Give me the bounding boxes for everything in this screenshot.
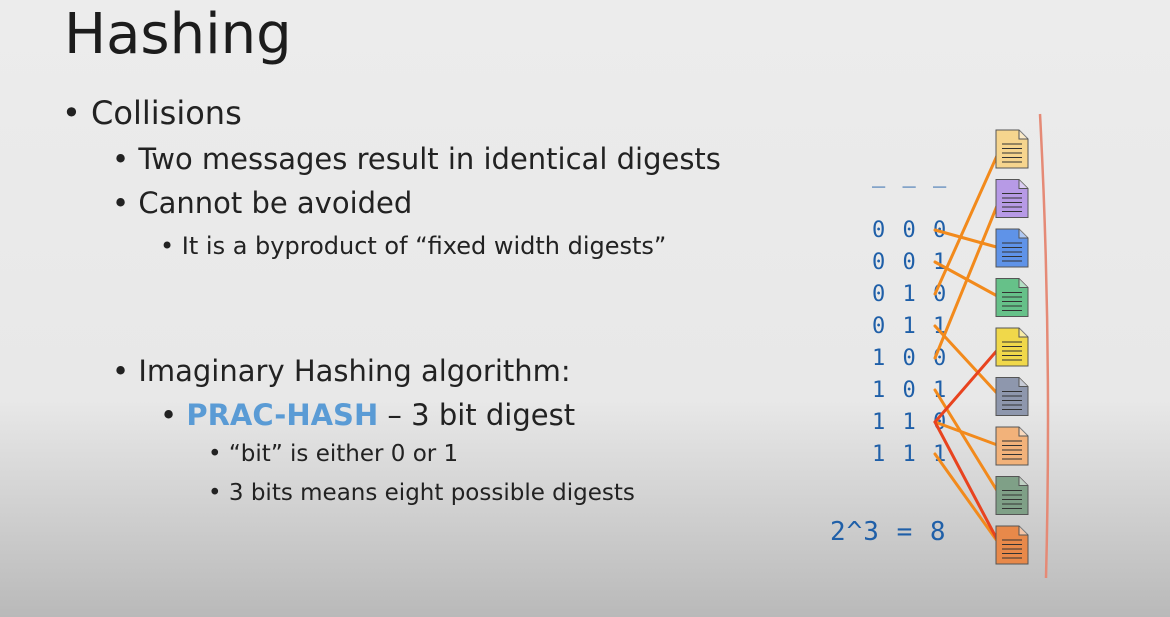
document-icon xyxy=(995,525,1029,565)
document-icon xyxy=(995,377,1029,416)
document-icon xyxy=(995,129,1029,169)
document-icon xyxy=(995,327,1029,367)
document-fold xyxy=(1018,526,1028,536)
document-icon xyxy=(995,476,1029,515)
document-icon xyxy=(995,278,1029,317)
document-icon xyxy=(995,426,1029,466)
document-icon xyxy=(995,179,1029,218)
bracket-line xyxy=(1038,113,1050,579)
mapping-lines xyxy=(933,147,1002,547)
mapping-line xyxy=(933,228,1002,250)
message-documents xyxy=(995,129,1029,565)
document-icon xyxy=(995,228,1029,268)
collision-diagram xyxy=(933,113,1050,579)
mapping-line xyxy=(933,452,1002,547)
